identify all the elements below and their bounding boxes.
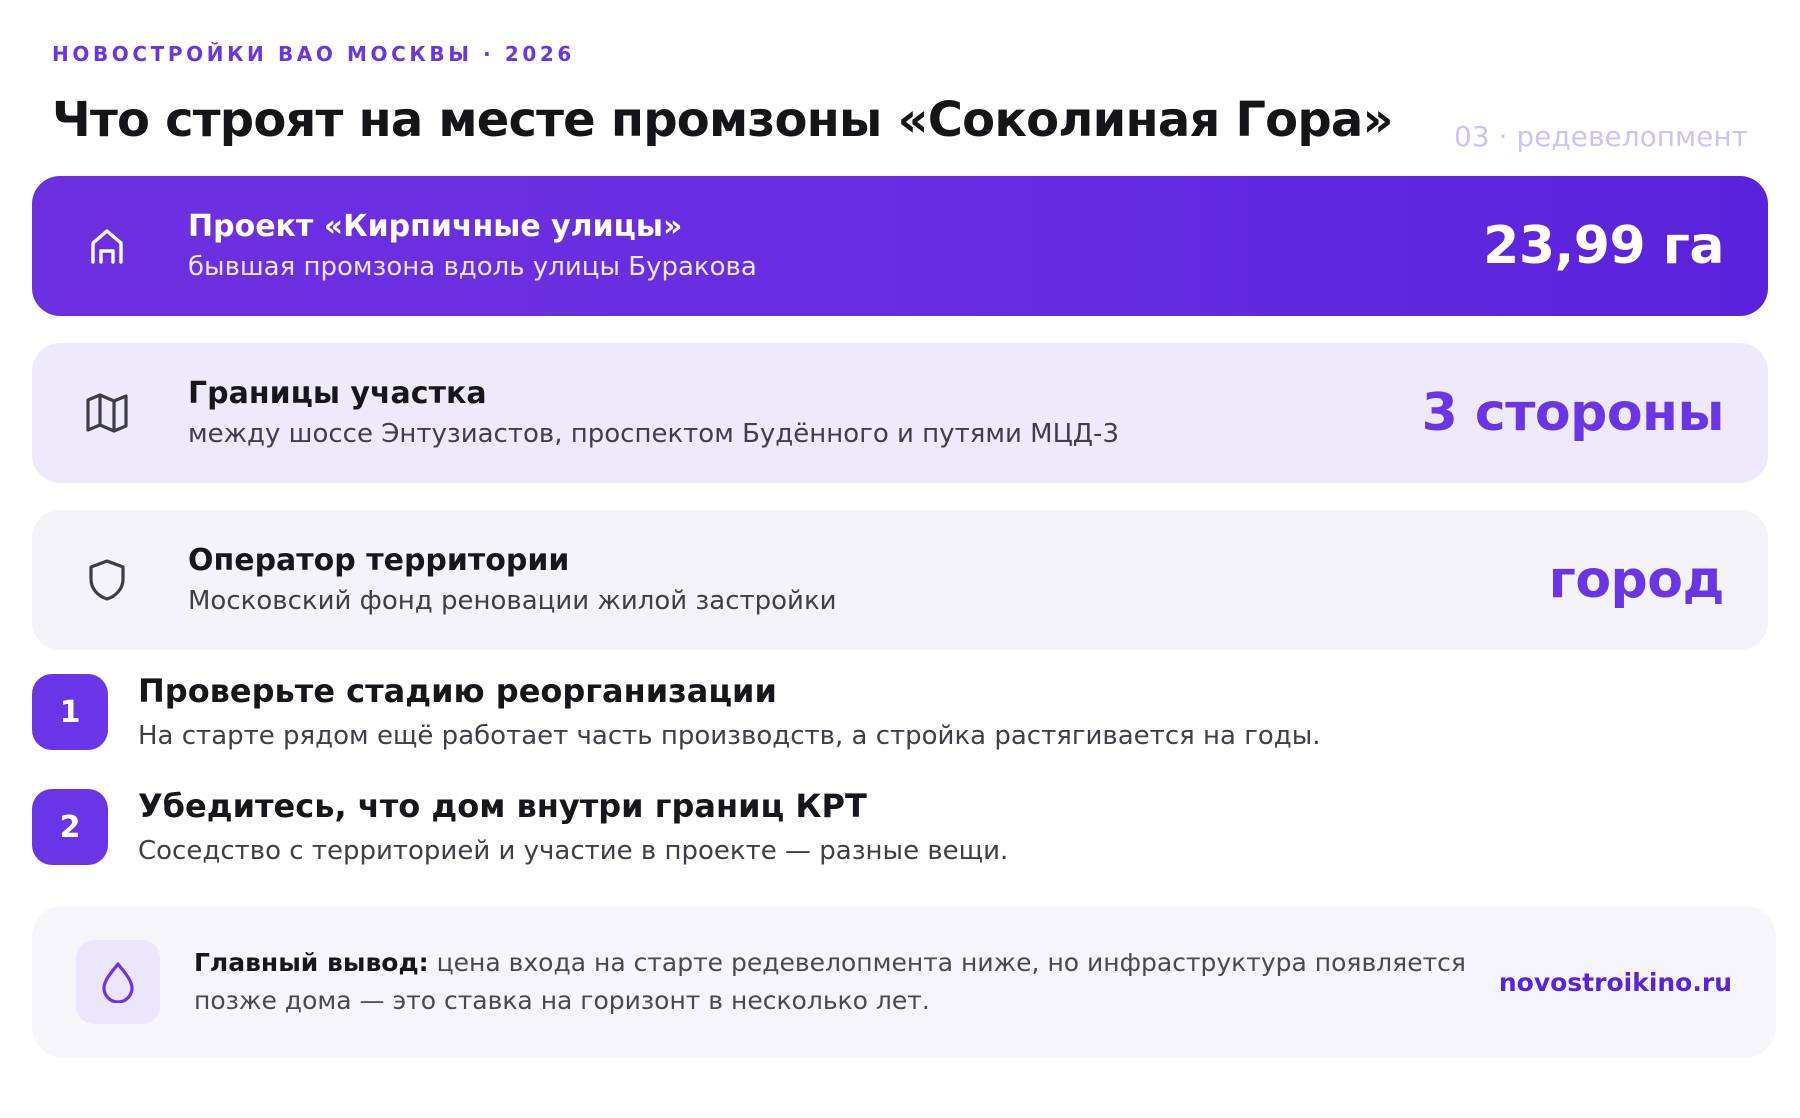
fact-cards: Проект «Кирпичные улицы» бывшая промзона… [32, 176, 1768, 650]
step-item: 1 Проверьте стадию реорганизации На стар… [32, 672, 1768, 753]
steps-list: 1 Проверьте стадию реорганизации На стар… [32, 672, 1768, 868]
shield-icon [82, 555, 132, 605]
conclusion-lead: Главный вывод: [194, 948, 429, 977]
site-link[interactable]: novostroikino.ru [1499, 968, 1732, 997]
step-title: Проверьте стадию реорганизации [138, 672, 777, 710]
home-icon [82, 221, 132, 271]
card-desc: между шоссе Энтузиастов, проспектом Будё… [188, 419, 1119, 449]
card-operator-text: Оператор территории Московский фонд рено… [188, 543, 1549, 617]
eyebrow-label: НОВОСТРОЙКИ ВАО МОСКВЫ · 2026 [52, 42, 575, 66]
card-operator: Оператор территории Московский фонд рено… [32, 510, 1768, 650]
card-metric: 23,99 га [1483, 216, 1724, 276]
conclusion-text: Главный вывод: цена входа на старте реде… [194, 944, 1484, 1020]
step-desc: На старте рядом ещё работает часть произ… [138, 721, 1321, 751]
step-desc: Соседство с территорией и участие в прое… [138, 836, 1009, 866]
step-text: Проверьте стадию реорганизации На старте… [138, 672, 1321, 753]
card-metric: город [1548, 550, 1725, 610]
step-item: 2 Убедитесь, что дом внутри границ КРТ С… [32, 787, 1768, 868]
title-row: Что строят на месте промзоны «Соколиная … [52, 92, 1768, 152]
step-number-badge: 2 [32, 789, 108, 865]
card-desc: бывшая промзона вдоль улицы Буракова [188, 252, 757, 282]
map-icon [82, 388, 132, 438]
step-number-badge: 1 [32, 674, 108, 750]
card-metric: 3 стороны [1421, 383, 1725, 443]
card-title: Границы участка [188, 376, 487, 411]
step-title: Убедитесь, что дом внутри границ КРТ [138, 787, 867, 825]
card-title: Оператор территории [188, 543, 570, 578]
card-project-text: Проект «Кирпичные улицы» бывшая промзона… [188, 209, 1483, 283]
conclusion-panel: Главный вывод: цена входа на старте реде… [32, 906, 1776, 1058]
step-text: Убедитесь, что дом внутри границ КРТ Сос… [138, 787, 1009, 868]
card-borders: Границы участка между шоссе Энтузиастов,… [32, 343, 1768, 483]
card-borders-text: Границы участка между шоссе Энтузиастов,… [188, 376, 1422, 450]
card-title: Проект «Кирпичные улицы» [188, 209, 683, 244]
card-desc: Московский фонд реновации жилой застройк… [188, 586, 837, 616]
section-tag: 03 · редевелопмент [1454, 120, 1748, 153]
infographic-page: НОВОСТРОЙКИ ВАО МОСКВЫ · 2026 Что строят… [0, 0, 1800, 1118]
droplet-icon [76, 940, 160, 1024]
card-project: Проект «Кирпичные улицы» бывшая промзона… [32, 176, 1768, 316]
